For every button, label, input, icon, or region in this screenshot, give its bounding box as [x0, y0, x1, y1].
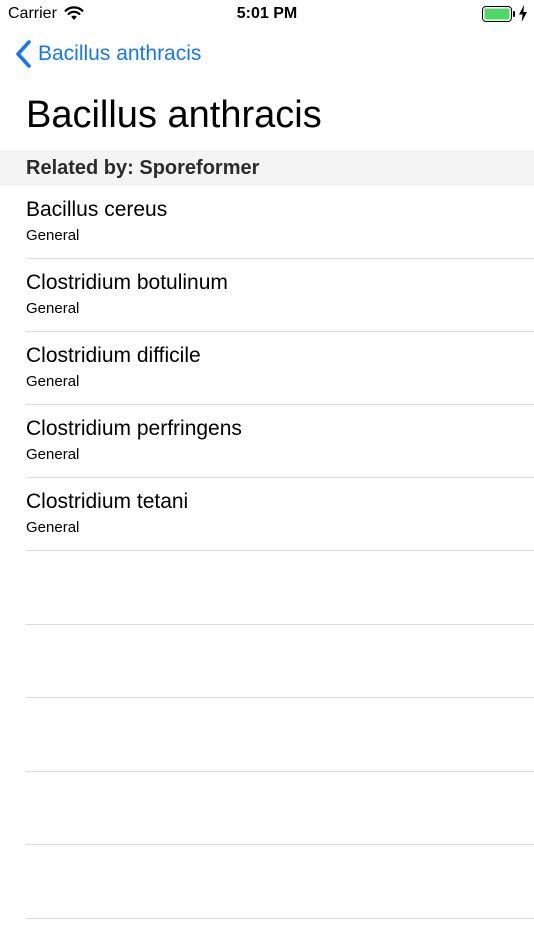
list-item-title: Clostridium difficile	[26, 344, 201, 367]
list-item[interactable]: Clostridium perfringens General	[0, 405, 534, 478]
list-item-title: Bacillus cereus	[26, 198, 168, 221]
list-item-subtitle: General	[26, 227, 80, 244]
list-item-subtitle: General	[26, 373, 80, 390]
list-item-subtitle: General	[26, 519, 80, 536]
screen: Carrier 5:01 PM Bacillus anthracis Bacil…	[0, 0, 534, 950]
back-button[interactable]: Bacillus anthracis	[14, 38, 201, 70]
empty-row	[0, 551, 534, 625]
empty-row	[0, 845, 534, 919]
battery-icon	[482, 6, 515, 22]
clock-label: 5:01 PM	[236, 5, 298, 22]
section-header-label: Related by: Sporeformer	[26, 157, 260, 179]
page-title: Bacillus anthracis	[26, 94, 322, 136]
empty-row	[0, 625, 534, 698]
status-bar: Carrier 5:01 PM	[0, 0, 534, 28]
list-item-title: Clostridium perfringens	[26, 417, 242, 440]
back-button-label: Bacillus anthracis	[38, 42, 202, 65]
empty-row	[0, 772, 534, 845]
list-item[interactable]: Bacillus cereus General	[0, 186, 534, 259]
row-separator	[26, 917, 534, 919]
list-item-subtitle: General	[26, 446, 80, 463]
empty-row	[0, 698, 534, 772]
list-item-title: Clostridium botulinum	[26, 271, 228, 294]
charging-icon	[519, 5, 527, 22]
list-item-title: Clostridium tetani	[26, 490, 189, 513]
list-item[interactable]: Clostridium tetani General	[0, 478, 534, 551]
section-header: Related by: Sporeformer	[0, 150, 534, 186]
related-list: Bacillus cereus General Clostridium botu…	[0, 186, 534, 919]
list-item[interactable]: Clostridium difficile General	[0, 332, 534, 405]
list-item[interactable]: Clostridium botulinum General	[0, 259, 534, 332]
list-item-subtitle: General	[26, 300, 80, 317]
chevron-left-icon	[16, 40, 31, 68]
